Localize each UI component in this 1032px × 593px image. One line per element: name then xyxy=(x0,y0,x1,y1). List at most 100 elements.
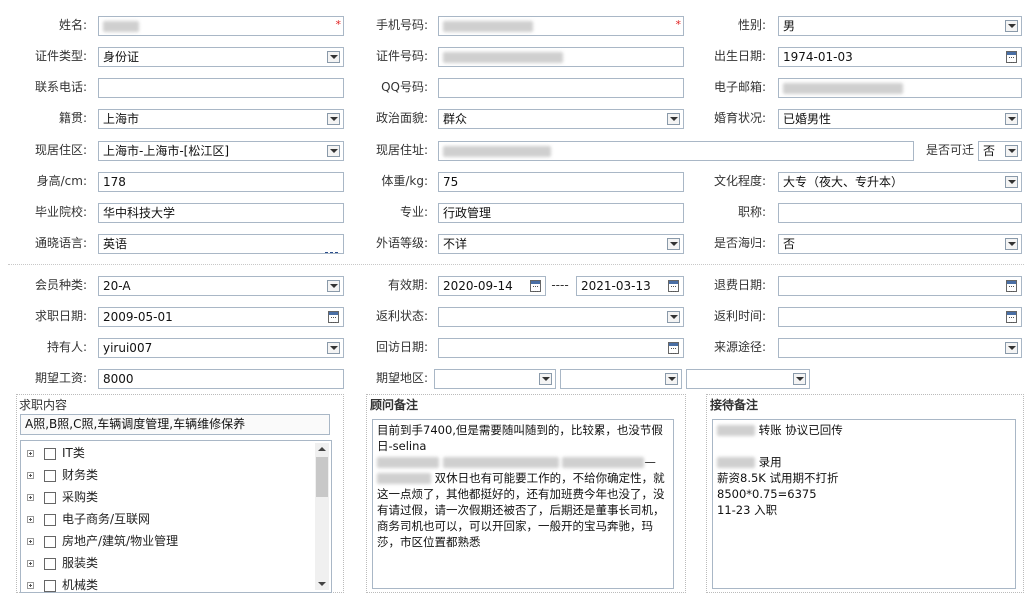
chevron-down-icon[interactable] xyxy=(1005,20,1018,32)
reception-notes-textarea[interactable]: 转账 协议已回传 录用 薪资8.5K 试用期不打折 8500*0.75=6375… xyxy=(712,419,1016,589)
mobile-field[interactable]: * xyxy=(438,16,684,36)
tree-item[interactable]: 采购类 xyxy=(27,487,98,507)
scrollbar[interactable] xyxy=(315,443,329,590)
job-content-summary[interactable]: A照,B照,C照,车辆调度管理,车辆维修保养 xyxy=(20,414,330,435)
height-value: 178 xyxy=(103,175,126,189)
political-label: 政治面貌: xyxy=(375,111,428,125)
source-select[interactable] xyxy=(778,338,1022,358)
calendar-icon[interactable] xyxy=(1006,51,1017,63)
lang-level-select[interactable]: 不详 xyxy=(438,234,684,254)
expand-icon[interactable] xyxy=(27,450,34,457)
residence-addr-field[interactable] xyxy=(438,141,914,161)
salary-field[interactable]: 8000 xyxy=(98,369,344,389)
chevron-down-icon[interactable] xyxy=(327,113,340,125)
chevron-down-icon[interactable] xyxy=(1005,145,1018,157)
region-city-select[interactable] xyxy=(560,369,682,389)
relocate-select[interactable]: 否 xyxy=(978,141,1022,161)
education-select[interactable]: 大专（夜大、专升本） xyxy=(778,172,1022,192)
calendar-icon[interactable] xyxy=(1006,311,1017,323)
holder-select[interactable]: yirui007 xyxy=(98,338,344,358)
calendar-icon[interactable] xyxy=(668,342,679,354)
chevron-down-icon[interactable] xyxy=(667,238,680,250)
chevron-down-icon[interactable] xyxy=(667,311,680,323)
email-field[interactable] xyxy=(778,78,1022,98)
expand-icon[interactable] xyxy=(27,494,34,501)
required-mark: * xyxy=(675,18,682,31)
chevron-down-icon[interactable] xyxy=(1005,342,1018,354)
residence-area-select[interactable]: 上海市-上海市-[松江区] xyxy=(98,141,344,161)
job-date-field[interactable]: 2009-05-01 xyxy=(98,307,344,327)
checkbox[interactable] xyxy=(44,579,56,592)
birth-value: 1974-01-03 xyxy=(783,50,853,64)
region-province-select[interactable] xyxy=(434,369,556,389)
consultant-notes-textarea[interactable]: 目前到手7400,但是需要随叫随到的，比较累，也没节假日-selina — 双休… xyxy=(372,419,674,589)
valid-to-field[interactable]: 2021-03-13 xyxy=(576,276,684,296)
calendar-icon[interactable] xyxy=(668,280,679,292)
native-select[interactable]: 上海市 xyxy=(98,109,344,129)
scroll-thumb[interactable] xyxy=(316,457,328,497)
tree-item[interactable]: 电子商务/互联网 xyxy=(27,509,150,529)
tree-item[interactable]: 机械类 xyxy=(27,575,99,592)
school-field[interactable]: 华中科技大学 xyxy=(98,203,344,223)
tree-item[interactable]: 房地产/建筑/物业管理 xyxy=(27,531,178,551)
chevron-down-icon[interactable] xyxy=(327,280,340,292)
reception-notes-title: 接待备注 xyxy=(710,398,759,412)
language-field[interactable]: 英语 xyxy=(98,234,344,254)
political-value: 群众 xyxy=(443,112,468,126)
checkbox[interactable] xyxy=(44,513,56,526)
tree-item-label: 机械类 xyxy=(62,578,99,592)
refund-date-field[interactable] xyxy=(778,276,1022,296)
calendar-icon[interactable] xyxy=(530,280,541,292)
expand-icon[interactable] xyxy=(27,538,34,545)
name-field[interactable]: * xyxy=(98,16,344,36)
checkbox[interactable] xyxy=(44,491,56,504)
scroll-down-icon[interactable] xyxy=(315,578,329,590)
gender-select[interactable]: 男 xyxy=(778,16,1022,36)
expand-icon[interactable] xyxy=(27,560,34,567)
birth-date-field[interactable]: 1974-01-03 xyxy=(778,47,1022,67)
expand-icon[interactable] xyxy=(27,582,34,589)
major-field[interactable]: 行政管理 xyxy=(438,203,684,223)
chevron-down-icon[interactable] xyxy=(539,373,552,385)
marital-select[interactable]: 已婚男性 xyxy=(778,109,1022,129)
chevron-down-icon[interactable] xyxy=(327,51,340,63)
checkbox[interactable] xyxy=(44,469,56,482)
chevron-down-icon[interactable] xyxy=(327,145,340,157)
checkbox[interactable] xyxy=(44,557,56,570)
phone-field[interactable] xyxy=(98,78,344,98)
more-options-icon[interactable] xyxy=(325,242,339,253)
height-field[interactable]: 178 xyxy=(98,172,344,192)
chevron-down-icon[interactable] xyxy=(327,342,340,354)
tree-item[interactable]: IT类 xyxy=(27,443,85,463)
title-field[interactable] xyxy=(778,203,1022,223)
chevron-down-icon[interactable] xyxy=(793,373,806,385)
tree-item[interactable]: 财务类 xyxy=(27,465,98,485)
category-tree[interactable]: IT类 财务类 采购类 电子商务/互联网 房地产/建筑/物业管理 服装类 机械类 xyxy=(20,440,332,593)
tree-item-label: 财务类 xyxy=(62,468,99,482)
qq-field[interactable] xyxy=(438,78,684,98)
chevron-down-icon[interactable] xyxy=(665,373,678,385)
expand-icon[interactable] xyxy=(27,472,34,479)
region-district-select[interactable] xyxy=(686,369,810,389)
member-type-select[interactable]: 20-A xyxy=(98,276,344,296)
calendar-icon[interactable] xyxy=(1006,280,1017,292)
chevron-down-icon[interactable] xyxy=(1005,176,1018,188)
tree-item[interactable]: 服装类 xyxy=(27,553,98,573)
checkbox[interactable] xyxy=(44,535,56,548)
chevron-down-icon[interactable] xyxy=(1005,113,1018,125)
calendar-icon[interactable] xyxy=(328,311,339,323)
rebate-time-field[interactable] xyxy=(778,307,1022,327)
id-type-select[interactable]: 身份证 xyxy=(98,47,344,67)
id-number-field[interactable] xyxy=(438,47,684,67)
chevron-down-icon[interactable] xyxy=(667,113,680,125)
weight-field[interactable]: 75 xyxy=(438,172,684,192)
visit-date-field[interactable] xyxy=(438,338,684,358)
checkbox[interactable] xyxy=(44,447,56,460)
valid-from-field[interactable]: 2020-09-14 xyxy=(438,276,546,296)
chevron-down-icon[interactable] xyxy=(1005,238,1018,250)
scroll-up-icon[interactable] xyxy=(315,443,329,455)
expand-icon[interactable] xyxy=(27,516,34,523)
overseas-select[interactable]: 否 xyxy=(778,234,1022,254)
rebate-status-select[interactable] xyxy=(438,307,684,327)
political-select[interactable]: 群众 xyxy=(438,109,684,129)
